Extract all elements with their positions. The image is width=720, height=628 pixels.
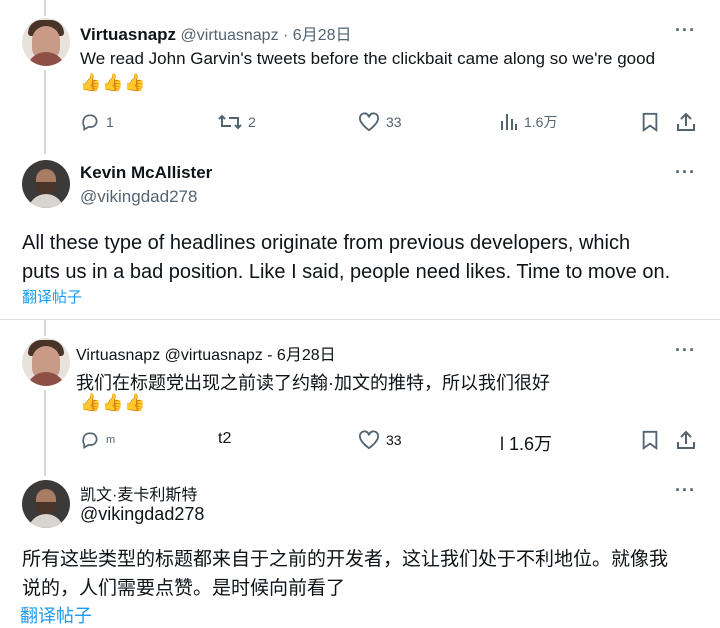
views-button[interactable]: l 1.6万	[500, 430, 552, 456]
translate-post-link[interactable]: 翻译帖子	[20, 602, 92, 628]
author-name[interactable]: Kevin McAllister	[80, 163, 212, 183]
author-name[interactable]: 凯文·麦卡利斯特	[80, 481, 197, 505]
tweet-header: Virtuasnapz @virtuasnapz - 6月28日	[76, 347, 336, 364]
author-handle[interactable]: @virtuasnapz	[181, 27, 279, 44]
thread-line	[44, 0, 46, 16]
like-icon	[359, 112, 379, 132]
emoji-text: 👍👍👍	[80, 73, 147, 92]
tweet-date[interactable]: · 6月28日	[283, 27, 351, 44]
post-text: All these type of headlines originate fr…	[22, 229, 670, 287]
tweet-header: Virtuasnapz @virtuasnapz · 6月28日	[80, 21, 352, 45]
thread-line	[44, 390, 46, 476]
post-text-line: 说的，人们需要点赞。是时候向前看了	[22, 578, 346, 599]
post-text: 所有这些类型的标题都来自于之前的开发者，这让我们处于不利地位。就像我 说的，人们…	[22, 545, 668, 603]
avatar[interactable]	[22, 160, 70, 208]
divider	[0, 319, 720, 320]
emoji-text: 👍👍👍	[80, 393, 147, 412]
like-count: 33	[386, 114, 402, 130]
share-button[interactable]	[676, 430, 702, 450]
bookmark-button[interactable]	[641, 112, 665, 132]
reply-icon	[82, 432, 98, 449]
avatar[interactable]	[22, 18, 70, 66]
bookmark-icon	[642, 112, 658, 132]
reply-count: m	[106, 434, 116, 446]
reply-count: 1	[106, 114, 114, 130]
bookmark-button[interactable]	[641, 430, 665, 450]
reply-icon	[82, 114, 98, 131]
more-icon[interactable]: ···	[675, 480, 696, 501]
retweet-count: t2	[218, 430, 232, 447]
like-icon	[359, 430, 379, 450]
avatar[interactable]	[22, 480, 70, 528]
bookmark-icon	[642, 430, 658, 450]
views-icon	[501, 114, 517, 130]
post-text-line: puts us in a bad position. Like I said, …	[22, 261, 671, 283]
tweet-text: 我们在标题党出现之前读了约翰·加文的推特，所以我们很好	[76, 373, 550, 393]
like-count: 33	[386, 432, 402, 448]
views-count: 1.6万	[524, 114, 558, 130]
views-count: l 1.6万	[500, 434, 553, 454]
retweet-icon	[218, 114, 242, 130]
post-text-line: All these type of headlines originate fr…	[22, 232, 631, 254]
retweet-count: 2	[248, 114, 256, 130]
like-button[interactable]: 33	[358, 430, 402, 450]
author-handle[interactable]: @vikingdad278	[80, 187, 197, 207]
views-button[interactable]: 1.6万	[500, 112, 557, 132]
tweet-text: We read John Garvin's tweets before the …	[80, 49, 656, 68]
reply-button[interactable]: 1	[80, 112, 114, 132]
more-icon[interactable]: ···	[675, 162, 696, 183]
author-name[interactable]: Virtuasnapz	[80, 25, 176, 44]
avatar[interactable]	[22, 338, 70, 386]
retweet-button[interactable]: 2	[218, 112, 256, 132]
share-button[interactable]	[676, 112, 702, 132]
author-handle[interactable]: @vikingdad278	[80, 504, 204, 525]
thread-line	[44, 70, 46, 154]
more-icon[interactable]: ···	[675, 340, 696, 361]
post-text-line: 所有这些类型的标题都来自于之前的开发者，这让我们处于不利地位。就像我	[22, 549, 669, 570]
translate-post-link[interactable]: 翻译帖子	[22, 286, 82, 307]
like-button[interactable]: 33	[358, 112, 402, 132]
thread-line	[44, 320, 46, 336]
share-icon	[677, 430, 695, 449]
more-icon[interactable]: ···	[675, 20, 696, 41]
retweet-button[interactable]: t2	[218, 430, 231, 448]
reply-button[interactable]: m	[80, 430, 115, 450]
share-icon	[677, 112, 695, 131]
